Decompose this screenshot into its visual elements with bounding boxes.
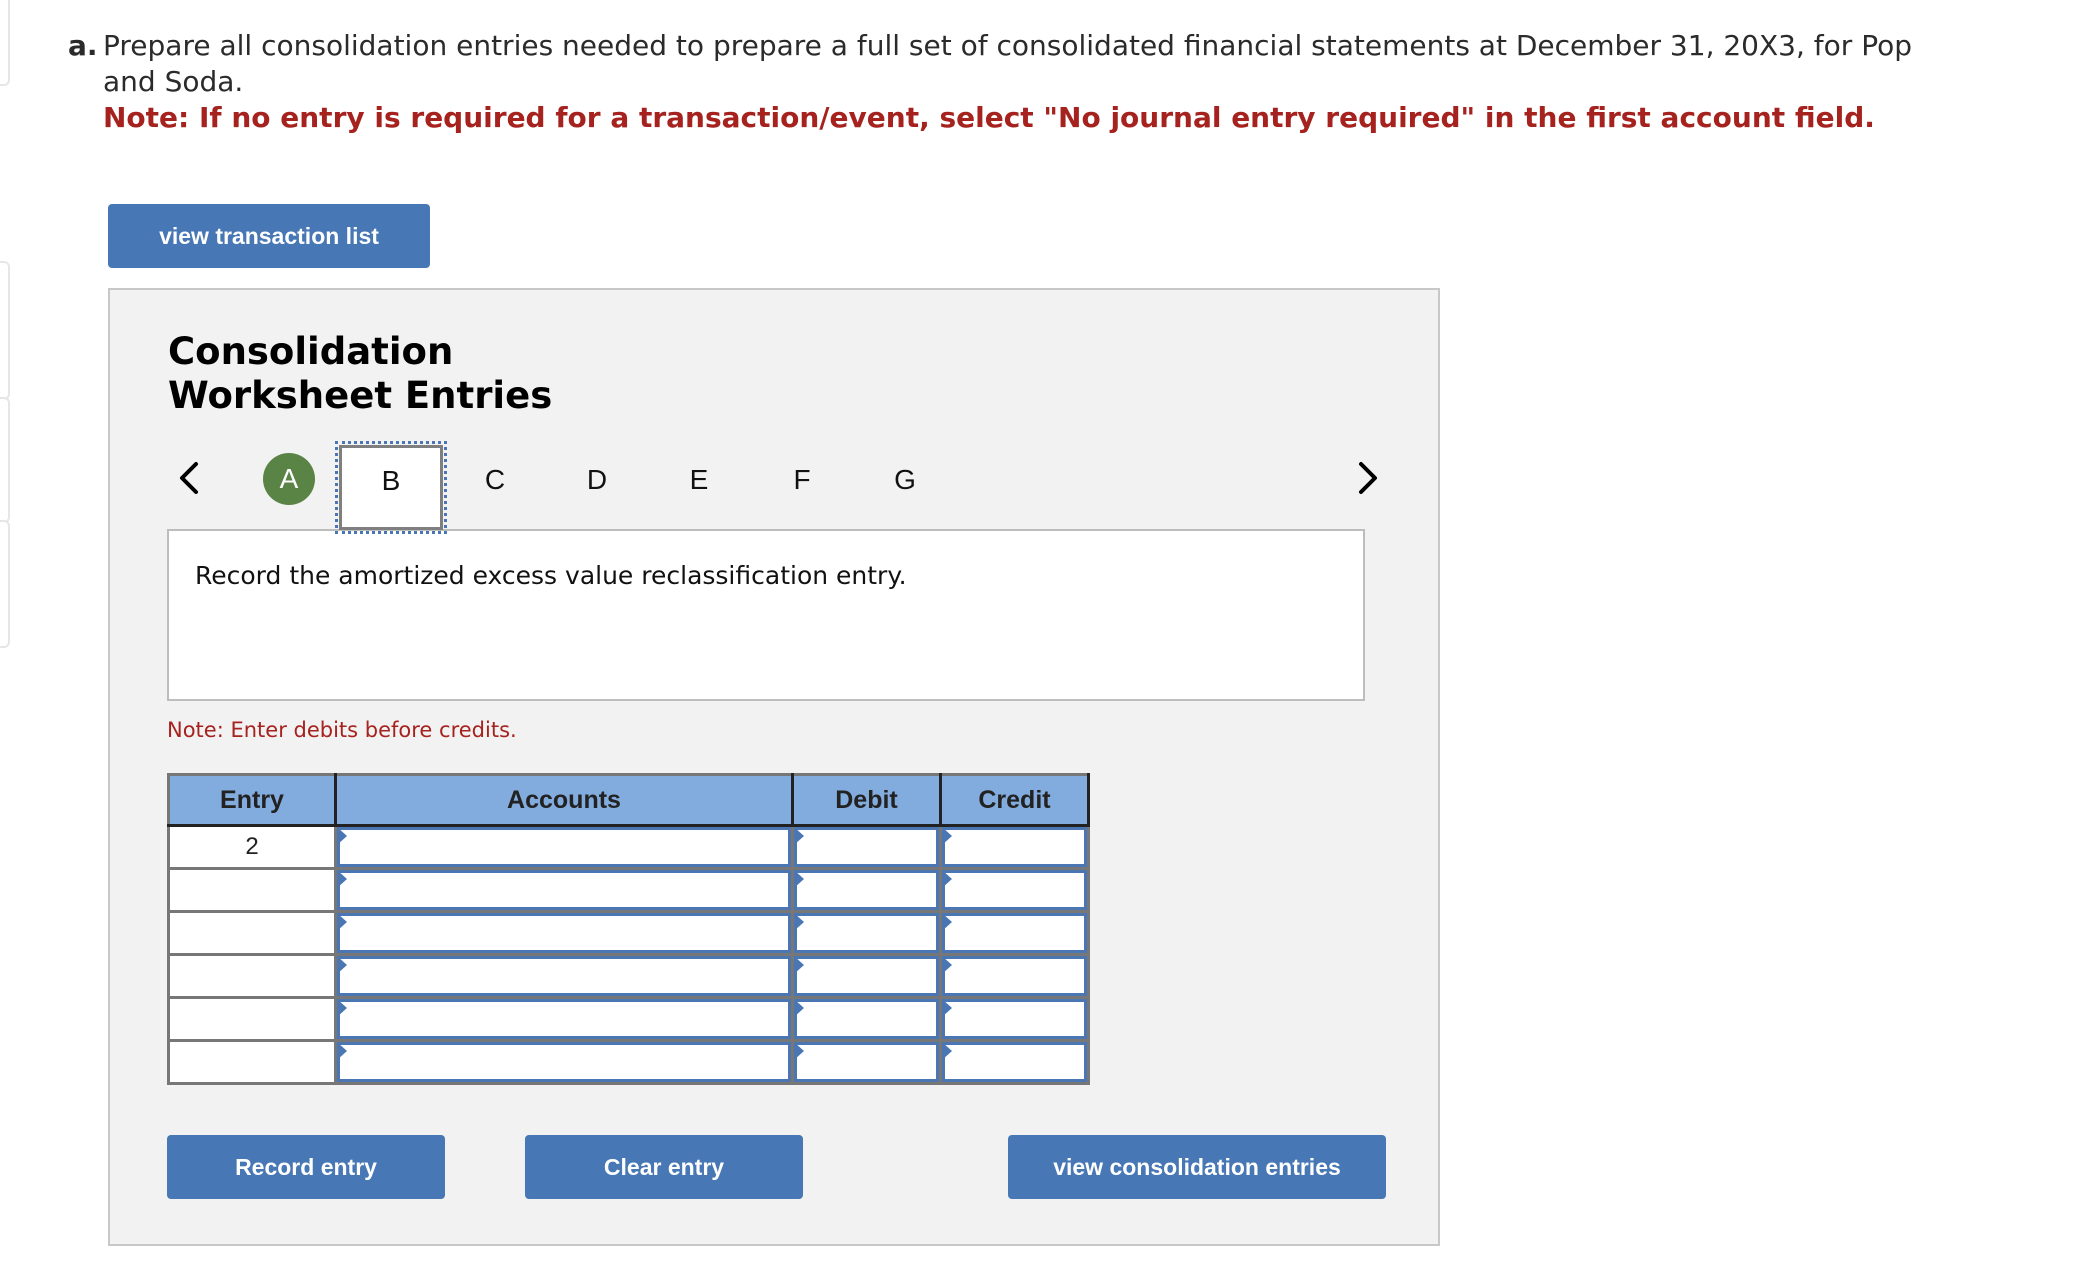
tab-d[interactable]: D — [567, 445, 627, 515]
table-row — [167, 996, 1090, 1042]
header-credit: Credit — [939, 774, 1090, 827]
side-panel-edge — [0, 0, 10, 86]
debit-input[interactable] — [794, 956, 939, 996]
debit-input-cell — [791, 824, 942, 870]
debits-note: Note: Enter debits before credits. — [167, 718, 517, 742]
side-panel-edge — [0, 261, 10, 400]
account-input-cell — [334, 824, 794, 870]
account-input-cell — [334, 996, 794, 1042]
question-note: Note: If no entry is required for a tran… — [103, 101, 1875, 134]
entry-number-cell — [167, 996, 337, 1042]
debit-input-cell — [791, 867, 942, 913]
table-row — [167, 867, 1090, 913]
side-panel-edge — [0, 520, 10, 648]
table-row — [167, 1039, 1090, 1085]
credit-input[interactable] — [942, 999, 1087, 1039]
entry-number-cell — [167, 1039, 337, 1085]
chevron-right-icon[interactable] — [1353, 460, 1383, 496]
view-transaction-list-button[interactable]: view transaction list — [108, 204, 430, 268]
credit-input-cell — [939, 910, 1090, 956]
debit-input-cell — [791, 996, 942, 1042]
account-input[interactable] — [337, 999, 791, 1039]
consolidation-worksheet-panel: Consolidation Worksheet Entries A B C D … — [108, 288, 1440, 1246]
debit-input[interactable] — [794, 870, 939, 910]
debit-input-cell — [791, 953, 942, 999]
table-row — [167, 910, 1090, 956]
credit-input[interactable] — [942, 1042, 1087, 1082]
credit-input-cell — [939, 824, 1090, 870]
credit-input[interactable] — [942, 870, 1087, 910]
account-input-cell — [334, 1039, 794, 1085]
account-input[interactable] — [337, 1042, 791, 1082]
account-input[interactable] — [337, 827, 791, 867]
table-row: 2 — [167, 824, 1090, 870]
header-debit: Debit — [791, 774, 942, 827]
chevron-left-icon[interactable] — [174, 460, 204, 496]
tab-g[interactable]: G — [875, 445, 935, 515]
clear-entry-button[interactable]: Clear entry — [525, 1135, 803, 1199]
credit-input[interactable] — [942, 913, 1087, 953]
tab-b[interactable]: B — [335, 441, 447, 534]
tab-e[interactable]: E — [669, 445, 729, 515]
debit-input[interactable] — [794, 913, 939, 953]
record-entry-button[interactable]: Record entry — [167, 1135, 445, 1199]
panel-title-line1: Consolidation — [168, 330, 454, 373]
header-entry: Entry — [168, 774, 337, 827]
question-text: Prepare all consolidation entries needed… — [103, 29, 1912, 98]
account-input-cell — [334, 867, 794, 913]
tab-f[interactable]: F — [772, 445, 832, 515]
panel-title-line2: Worksheet Entries — [168, 374, 553, 417]
debit-input[interactable] — [794, 827, 939, 867]
journal-entry-table: Entry Accounts Debit Credit 2 — [167, 773, 1090, 1085]
table-row — [167, 953, 1090, 999]
debit-input[interactable] — [794, 999, 939, 1039]
table-header-row: Entry Accounts Debit Credit — [168, 774, 1090, 827]
tab-c[interactable]: C — [465, 445, 525, 515]
entry-number-cell — [167, 910, 337, 956]
credit-input-cell — [939, 953, 1090, 999]
credit-input-cell — [939, 1039, 1090, 1085]
credit-input[interactable] — [942, 956, 1087, 996]
entry-number-cell: 2 — [167, 824, 337, 870]
account-input-cell — [334, 910, 794, 956]
entry-number-cell — [167, 867, 337, 913]
tab-a[interactable]: A — [263, 453, 315, 505]
credit-input[interactable] — [942, 827, 1087, 867]
debit-input-cell — [791, 1039, 942, 1085]
credit-input-cell — [939, 996, 1090, 1042]
question-label: a. — [68, 29, 98, 62]
account-input[interactable] — [337, 870, 791, 910]
instruction-text: Record the amortized excess value reclas… — [195, 561, 907, 590]
account-input[interactable] — [337, 913, 791, 953]
instruction-box: Record the amortized excess value reclas… — [167, 529, 1365, 701]
debit-input-cell — [791, 910, 942, 956]
view-consolidation-entries-button[interactable]: view consolidation entries — [1008, 1135, 1386, 1199]
question-prompt: a. Prepare all consolidation entries nee… — [68, 28, 1968, 136]
credit-input-cell — [939, 867, 1090, 913]
entry-number-cell — [167, 953, 337, 999]
account-input-cell — [334, 953, 794, 999]
side-panel-edge — [0, 397, 10, 523]
header-accounts: Accounts — [334, 774, 794, 827]
panel-title: Consolidation Worksheet Entries — [168, 330, 552, 418]
account-input[interactable] — [337, 956, 791, 996]
debit-input[interactable] — [794, 1042, 939, 1082]
